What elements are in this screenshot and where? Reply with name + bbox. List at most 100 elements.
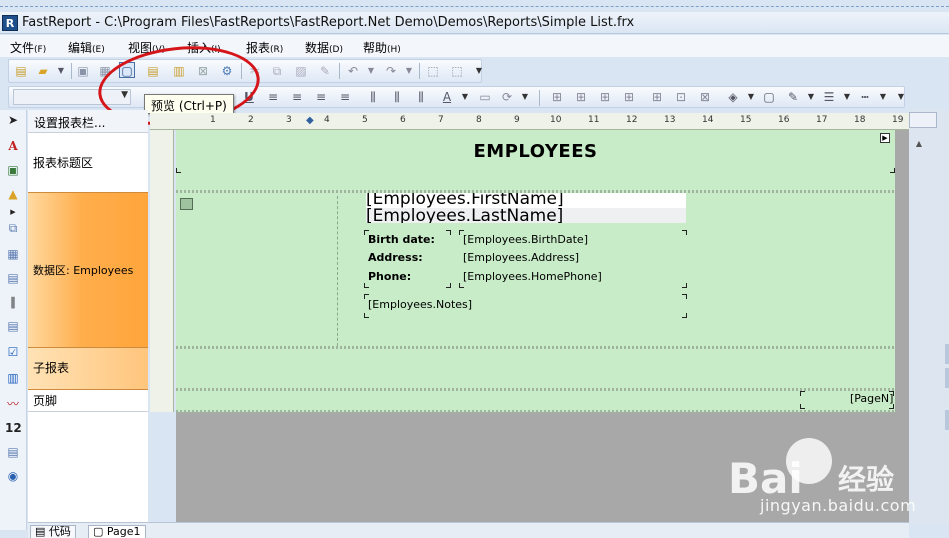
line-width-dropdown-icon[interactable]: ▼ <box>839 89 855 105</box>
sparkline-object-icon[interactable]: 〰 <box>5 396 21 412</box>
address-field[interactable]: [Employees.Address] <box>463 251 579 264</box>
chart-object-icon[interactable]: ▥ <box>5 370 21 386</box>
tab-code[interactable]: ▤ 代码 <box>30 525 76 538</box>
birth-date-field[interactable]: [Employees.BirthDate] <box>463 233 588 246</box>
map-object-icon[interactable]: ◉ <box>5 468 21 484</box>
band-panel-header[interactable]: 设置报表栏... <box>28 110 148 132</box>
group-icon[interactable]: ⬚ <box>425 63 441 79</box>
ruler-corner-icon[interactable]: ◆ <box>306 115 314 126</box>
fill-color-dropdown-icon[interactable]: ▼ <box>743 89 759 105</box>
paste-icon[interactable]: ▨ <box>293 63 309 79</box>
align-right-icon[interactable]: ≡ <box>313 89 329 105</box>
zipcode-object-icon[interactable]: 12 <box>5 420 22 436</box>
redo-icon[interactable]: ↷ <box>383 63 399 79</box>
vertical-ruler <box>150 130 174 412</box>
open-folder-icon[interactable]: ▰ <box>35 63 51 79</box>
picture-object-icon[interactable]: ▣ <box>5 162 21 178</box>
scrollbar-thumb[interactable] <box>945 344 949 364</box>
phone-field[interactable]: [Employees.HomePhone] <box>463 270 602 283</box>
subreport-object-icon[interactable]: ⧉ <box>5 220 21 236</box>
page-number-field[interactable]: [PageN] <box>850 392 893 405</box>
band-separator <box>176 410 895 413</box>
shape-submenu-icon[interactable]: ▶ <box>5 204 21 220</box>
selection-corner <box>682 230 687 235</box>
fill-color-icon[interactable]: ◈ <box>725 89 741 105</box>
menu-data[interactable]: 数据(D) <box>305 39 343 56</box>
report-title-text[interactable]: EMPLOYEES <box>176 141 895 162</box>
checkbox-object-icon[interactable]: ☑ <box>5 344 21 360</box>
line-color-dropdown-icon[interactable]: ▼ <box>803 89 819 105</box>
lastname-field[interactable]: [Employees.LastName] <box>366 208 686 223</box>
address-label[interactable]: Address: <box>368 251 423 264</box>
phone-label[interactable]: Phone: <box>368 270 411 283</box>
text-color-icon[interactable]: A <box>439 89 455 105</box>
notes-field[interactable]: [Employees.Notes] <box>368 298 472 311</box>
border-all-icon[interactable]: ⊞ <box>649 89 665 105</box>
band-data[interactable]: 数据区: Employees <box>28 192 148 348</box>
band-separator <box>176 346 895 349</box>
menu-file[interactable]: 文件(F) <box>10 39 46 56</box>
line-style-icon[interactable]: ┅ <box>857 89 873 105</box>
shadow-icon[interactable]: ⊠ <box>697 89 713 105</box>
new-report-icon[interactable]: ▤ <box>13 63 29 79</box>
format-painter-icon[interactable]: ✎ <box>317 63 333 79</box>
redo-dropdown-icon[interactable]: ▼ <box>401 63 417 79</box>
band-report-title[interactable]: 报表标题区 <box>28 132 148 192</box>
rotate-dropdown-icon[interactable]: ▼ <box>517 89 533 105</box>
scroll-up-icon[interactable]: ▲ <box>911 136 927 152</box>
pointer-icon[interactable]: ➤ <box>5 112 21 128</box>
rich-text-object-icon[interactable]: ▤ <box>5 318 21 334</box>
align-left-icon[interactable]: ≡ <box>265 89 281 105</box>
border-left-icon[interactable]: ⊞ <box>597 89 613 105</box>
line-color-icon[interactable]: ✎ <box>785 89 801 105</box>
copy-icon[interactable]: ⧉ <box>269 63 285 79</box>
border-bottom-icon[interactable]: ⊞ <box>573 89 589 105</box>
open-dropdown-icon[interactable]: ▼ <box>53 63 69 79</box>
menu-help[interactable]: 帮助(H) <box>363 39 401 56</box>
band-page-footer[interactable]: 页脚 <box>28 390 148 412</box>
matrix-object-icon[interactable]: ▤ <box>5 270 21 286</box>
save-icon[interactable]: ▣ <box>75 63 91 79</box>
toolbar-overflow-icon[interactable]: ▼ <box>471 63 487 79</box>
firstname-field[interactable]: [Employees.FirstName] <box>366 193 686 208</box>
align-bottom-icon[interactable]: ⫼ <box>413 89 429 105</box>
justify-icon[interactable]: ≡ <box>337 89 353 105</box>
scrollbar-thumb[interactable] <box>945 368 949 388</box>
cellular-text-object-icon[interactable]: ▤ <box>5 444 21 460</box>
align-center-icon[interactable]: ≡ <box>289 89 305 105</box>
tab-page1[interactable]: ▢ Page1 <box>88 525 146 538</box>
objects-toolbar: ➤ A ▣ ▲ ▶ ⧉ ▦ ▤ ∥ ▤ ☑ ▥ 〰 12 ▤ ◉ <box>0 110 27 530</box>
border-right-icon[interactable]: ⊞ <box>621 89 637 105</box>
scrollbar-thumb[interactable] <box>945 410 949 430</box>
selection-corner <box>446 283 451 288</box>
align-middle-icon[interactable]: ⫼ <box>389 89 405 105</box>
line-style-dropdown-icon[interactable]: ▼ <box>875 89 891 105</box>
menu-edit[interactable]: 编辑(E) <box>68 39 105 56</box>
border-top-icon[interactable]: ⊞ <box>549 89 565 105</box>
table-object-icon[interactable]: ▦ <box>5 246 21 262</box>
align-top-icon[interactable]: ⫼ <box>365 89 381 105</box>
line-width-icon[interactable]: ☰ <box>821 89 837 105</box>
ungroup-icon[interactable]: ⬚ <box>449 63 465 79</box>
right-panel-tab[interactable] <box>909 112 937 128</box>
toolbar-separator <box>539 90 540 106</box>
text-color-dropdown-icon[interactable]: ▼ <box>457 89 473 105</box>
text-object-icon[interactable]: A <box>5 138 21 154</box>
code-icon: ▤ <box>35 525 49 538</box>
fastreport-app-icon[interactable]: R <box>2 15 18 31</box>
menu-report[interactable]: 报表(R) <box>246 39 283 56</box>
picture-object-icon[interactable] <box>180 198 193 210</box>
horizontal-ruler: ◆ 1 2 3 4 5 6 7 8 9 10 11 12 13 14 15 16… <box>150 113 910 130</box>
border-none-icon[interactable]: ⊡ <box>673 89 689 105</box>
band-child[interactable]: 子报表 <box>28 348 148 390</box>
toolbar-overflow-icon[interactable]: ▼ <box>893 89 909 105</box>
undo-dropdown-icon[interactable]: ▼ <box>363 63 379 79</box>
highlight-icon[interactable]: ▭ <box>477 89 493 105</box>
undo-icon[interactable]: ↶ <box>345 63 361 79</box>
frame-icon[interactable]: ▢ <box>761 89 777 105</box>
barcode-object-icon[interactable]: ∥ <box>5 294 21 310</box>
shape-object-icon[interactable]: ▲ <box>5 186 21 202</box>
birth-date-label[interactable]: Birth date: <box>368 233 435 246</box>
rotate-icon[interactable]: ⟳ <box>499 89 515 105</box>
guide-line <box>337 196 338 346</box>
